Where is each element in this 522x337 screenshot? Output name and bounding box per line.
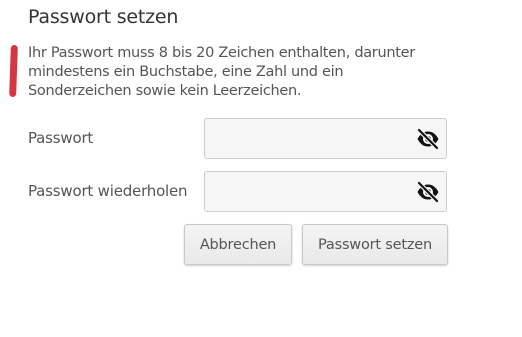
hint-line: mindestens ein Buchstabe, eine Zahl und … — [28, 64, 344, 80]
dialog-title: Passwort setzen — [28, 6, 179, 28]
password-repeat-label: Passwort wiederholen — [28, 182, 188, 200]
password-label: Passwort — [28, 129, 94, 147]
hint-line: Ihr Passwort muss 8 bis 20 Zeichen entha… — [28, 45, 415, 61]
cancel-button[interactable]: Abbrechen — [184, 224, 292, 265]
password-repeat-input[interactable] — [205, 172, 405, 211]
eye-off-icon[interactable] — [416, 180, 440, 204]
password-input[interactable] — [205, 119, 405, 158]
password-dialog: Passwort setzen Ihr Passwort muss 8 bis … — [0, 0, 522, 337]
password-field-container — [204, 118, 447, 159]
hint-line: Sonderzeichen sowie kein Leerzeichen. — [28, 83, 302, 99]
red-annotation-mark — [9, 44, 18, 98]
password-repeat-field-container — [204, 171, 447, 212]
eye-off-icon[interactable] — [416, 127, 440, 151]
password-requirements-hint: Ihr Passwort muss 8 bis 20 Zeichen entha… — [28, 44, 448, 101]
set-password-button[interactable]: Passwort setzen — [302, 224, 448, 265]
